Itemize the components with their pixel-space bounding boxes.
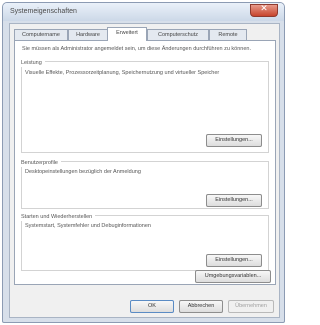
- performance-description: Visuelle Effekte, Prozessorzeitplanung, …: [25, 70, 220, 76]
- window-title: Systemeigenschaften: [10, 8, 77, 15]
- startup-recovery-group: Starten und Wiederherstellen Systemstart…: [21, 214, 269, 271]
- tab-strip: Computername Hardware Erweitert Computer…: [14, 27, 276, 41]
- tab-remote[interactable]: Remote: [209, 29, 247, 40]
- user-profiles-description: Desktopeinstellungen bezüglich der Anmel…: [25, 169, 141, 175]
- user-profiles-group: Benutzerprofile Desktopeinstellungen bez…: [21, 160, 269, 209]
- admin-notice: Sie müssen als Administrator angemeldet …: [22, 46, 251, 52]
- cancel-button[interactable]: Abbrechen: [179, 300, 223, 313]
- dialog-body: Computername Hardware Erweitert Computer…: [9, 23, 280, 318]
- performance-group: Leistung Visuelle Effekte, Prozessorzeit…: [21, 60, 269, 153]
- apply-button[interactable]: Übernehmen: [228, 300, 274, 313]
- close-button[interactable]: ✕: [250, 4, 278, 17]
- tab-computerschutz[interactable]: Computerschutz: [147, 29, 209, 40]
- startup-recovery-settings-button[interactable]: Einstellungen...: [206, 254, 262, 267]
- ok-button[interactable]: OK: [130, 300, 174, 313]
- startup-recovery-description: Systemstart, Systemfehler und Debuginfor…: [25, 223, 151, 229]
- tab-erweitert[interactable]: Erweitert: [107, 27, 147, 41]
- tab-hardware[interactable]: Hardware: [68, 29, 108, 40]
- performance-heading: Leistung: [21, 60, 45, 67]
- performance-settings-button[interactable]: Einstellungen...: [206, 134, 262, 147]
- system-properties-window: Systemeigenschaften ✕ Computername Hardw…: [2, 2, 285, 323]
- user-profiles-settings-button[interactable]: Einstellungen...: [206, 194, 262, 207]
- title-bar[interactable]: Systemeigenschaften ✕: [3, 3, 284, 21]
- tab-computername[interactable]: Computername: [14, 29, 68, 40]
- user-profiles-heading: Benutzerprofile: [21, 160, 61, 167]
- advanced-tab-panel: Sie müssen als Administrator angemeldet …: [14, 40, 276, 285]
- startup-recovery-heading: Starten und Wiederherstellen: [21, 214, 96, 221]
- environment-variables-button[interactable]: Umgebungsvariablen...: [195, 270, 271, 283]
- close-icon: ✕: [260, 4, 268, 14]
